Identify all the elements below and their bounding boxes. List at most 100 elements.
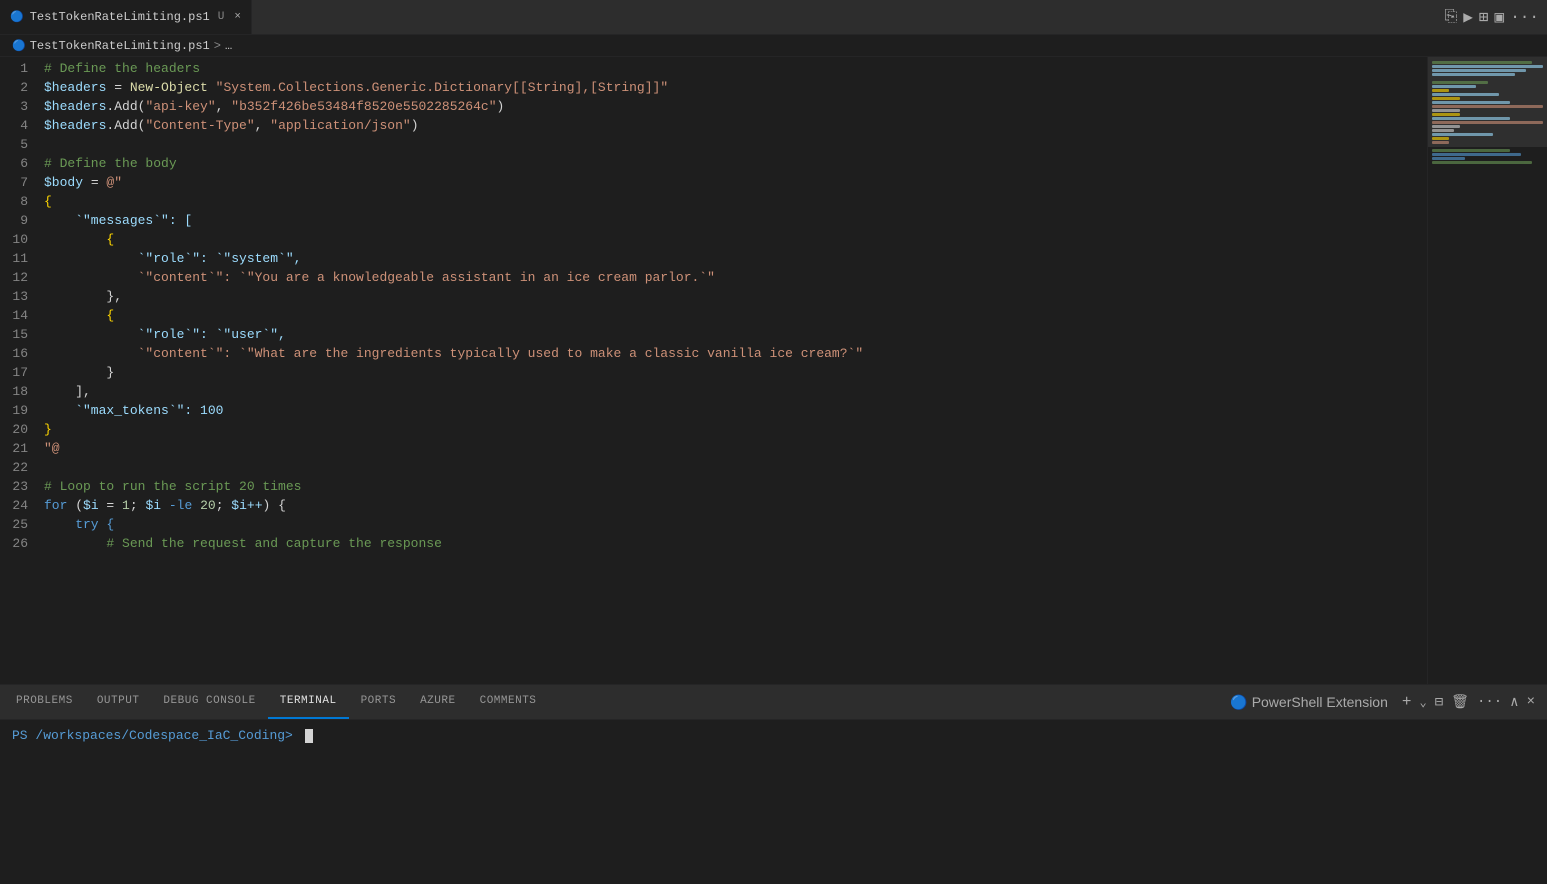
token: { bbox=[44, 194, 52, 209]
panel-tab-debug-console[interactable]: DEBUG CONSOLE bbox=[151, 685, 267, 719]
line-content bbox=[40, 137, 1427, 152]
line-number: 26 bbox=[0, 536, 40, 551]
token: ( bbox=[67, 498, 83, 513]
table-row: 23# Loop to run the script 20 times bbox=[0, 477, 1427, 496]
panel-close-icon[interactable]: × bbox=[1527, 694, 1535, 710]
panel-tab-terminal[interactable]: TERMINAL bbox=[268, 685, 349, 719]
table-row: 8{ bbox=[0, 192, 1427, 211]
run-icon[interactable]: ▶ bbox=[1463, 7, 1473, 27]
line-number: 1 bbox=[0, 61, 40, 76]
more-terminal-icon[interactable]: ··· bbox=[1477, 694, 1502, 710]
token: ; bbox=[130, 498, 146, 513]
token: # Send the request and capture the respo… bbox=[44, 536, 442, 551]
ps-extension-icon: 🔵 bbox=[1230, 694, 1247, 711]
breadcrumb-filename[interactable]: TestTokenRateLimiting.ps1 bbox=[30, 39, 210, 53]
line-number: 3 bbox=[0, 99, 40, 114]
token: @" bbox=[106, 175, 122, 190]
delete-terminal-icon[interactable]: 🗑 bbox=[1451, 694, 1469, 711]
line-content: { bbox=[40, 308, 1427, 323]
line-content: # Define the headers bbox=[40, 61, 1427, 76]
ps-extension-label: PowerShell Extension bbox=[1252, 694, 1388, 710]
tab-actions: ⎘ ▶ ⊞ ▣ ··· bbox=[1444, 7, 1547, 27]
table-row: 22 bbox=[0, 458, 1427, 477]
line-content: try { bbox=[40, 517, 1427, 532]
token: $i bbox=[83, 498, 99, 513]
line-content: # Loop to run the script 20 times bbox=[40, 479, 1427, 494]
tab-modified: U bbox=[218, 11, 225, 23]
line-number: 22 bbox=[0, 460, 40, 475]
token: $headers bbox=[44, 80, 106, 95]
panel-tab-output[interactable]: OUTPUT bbox=[85, 685, 152, 719]
line-number: 13 bbox=[0, 289, 40, 304]
add-terminal-icon[interactable]: + bbox=[1402, 693, 1412, 711]
line-content: } bbox=[40, 365, 1427, 380]
line-content: `"role`": `"user`", bbox=[40, 327, 1427, 342]
table-row: 4$headers.Add("Content-Type", "applicati… bbox=[0, 116, 1427, 135]
split-terminal-icon[interactable]: ⊟ bbox=[1435, 694, 1443, 711]
token: } bbox=[44, 422, 52, 437]
token: $headers bbox=[44, 99, 106, 114]
line-number: 11 bbox=[0, 251, 40, 266]
editor-tab[interactable]: 🔵 TestTokenRateLimiting.ps1 U × bbox=[0, 0, 252, 34]
token: ) bbox=[497, 99, 505, 114]
line-content: $body = @" bbox=[40, 175, 1427, 190]
table-row: 5 bbox=[0, 135, 1427, 154]
line-number: 19 bbox=[0, 403, 40, 418]
split-editor-icon[interactable]: ⊞ bbox=[1479, 7, 1489, 27]
tab-close-button[interactable]: × bbox=[234, 11, 241, 23]
line-content: `"content`": `"You are a knowledgeable a… bbox=[40, 270, 1427, 285]
line-content: "@ bbox=[40, 441, 1427, 456]
line-number: 14 bbox=[0, 308, 40, 323]
table-row: 2$headers = New-Object "System.Collectio… bbox=[0, 78, 1427, 97]
line-number: 24 bbox=[0, 498, 40, 513]
line-content: ], bbox=[40, 384, 1427, 399]
table-row: 10 { bbox=[0, 230, 1427, 249]
tab-bar: 🔵 TestTokenRateLimiting.ps1 U × ⎘ ▶ ⊞ ▣ … bbox=[0, 0, 1547, 35]
token: .Add( bbox=[106, 99, 145, 114]
powershell-icon: 🔵 bbox=[10, 10, 24, 24]
terminal-content[interactable]: PS /workspaces/Codespace_IaC_Coding> bbox=[0, 720, 1547, 884]
terminal-chevron-icon[interactable]: ⌄ bbox=[1419, 695, 1426, 710]
token: `"role`": `"user`", bbox=[44, 327, 286, 342]
panel-tab-comments[interactable]: COMMENTS bbox=[468, 685, 549, 719]
token: 20 bbox=[200, 498, 216, 513]
token: , bbox=[216, 99, 232, 114]
table-row: 13 }, bbox=[0, 287, 1427, 306]
panel: PROBLEMS OUTPUT DEBUG CONSOLE TERMINAL P… bbox=[0, 684, 1547, 884]
token: $i++ bbox=[231, 498, 262, 513]
editor-area: 1# Define the headers2$headers = New-Obj… bbox=[0, 57, 1547, 684]
token: "b352f426be53484f8520e5502285264c" bbox=[231, 99, 496, 114]
panel-tab-problems[interactable]: PROBLEMS bbox=[4, 685, 85, 719]
breadcrumb-file-icon: 🔵 bbox=[12, 39, 26, 53]
table-row: 9 `"messages`": [ bbox=[0, 211, 1427, 230]
open-changes-icon[interactable]: ⎘ bbox=[1444, 8, 1457, 26]
token: "Content-Type" bbox=[145, 118, 254, 133]
line-number: 10 bbox=[0, 232, 40, 247]
panel-tab-azure[interactable]: AZURE bbox=[408, 685, 468, 719]
line-content: $headers.Add("Content-Type", "applicatio… bbox=[40, 118, 1427, 133]
table-row: 20} bbox=[0, 420, 1427, 439]
table-row: 12 `"content`": `"You are a knowledgeabl… bbox=[0, 268, 1427, 287]
minimap[interactable] bbox=[1427, 57, 1547, 684]
table-row: 14 { bbox=[0, 306, 1427, 325]
token: New-Object bbox=[130, 80, 208, 95]
token: `"role`": `"system`", bbox=[44, 251, 301, 266]
ps-extension-button[interactable]: 🔵 PowerShell Extension bbox=[1224, 692, 1394, 713]
token: = bbox=[99, 498, 122, 513]
line-content: { bbox=[40, 194, 1427, 209]
panel-tab-ports[interactable]: PORTS bbox=[349, 685, 409, 719]
more-actions-icon[interactable]: ··· bbox=[1510, 8, 1539, 26]
breadcrumb-more[interactable]: … bbox=[225, 39, 232, 53]
panel-collapse-icon[interactable]: ∧ bbox=[1510, 694, 1518, 711]
line-number: 16 bbox=[0, 346, 40, 361]
code-editor[interactable]: 1# Define the headers2$headers = New-Obj… bbox=[0, 57, 1427, 684]
table-row: 24for ($i = 1; $i -le 20; $i++) { bbox=[0, 496, 1427, 515]
terminal-cursor bbox=[305, 729, 313, 743]
layout-icon[interactable]: ▣ bbox=[1495, 7, 1505, 27]
token: } bbox=[44, 365, 114, 380]
table-row: 26 # Send the request and capture the re… bbox=[0, 534, 1427, 553]
token: { bbox=[44, 308, 114, 323]
table-row: 1# Define the headers bbox=[0, 59, 1427, 78]
line-content: # Define the body bbox=[40, 156, 1427, 171]
line-content: } bbox=[40, 422, 1427, 437]
